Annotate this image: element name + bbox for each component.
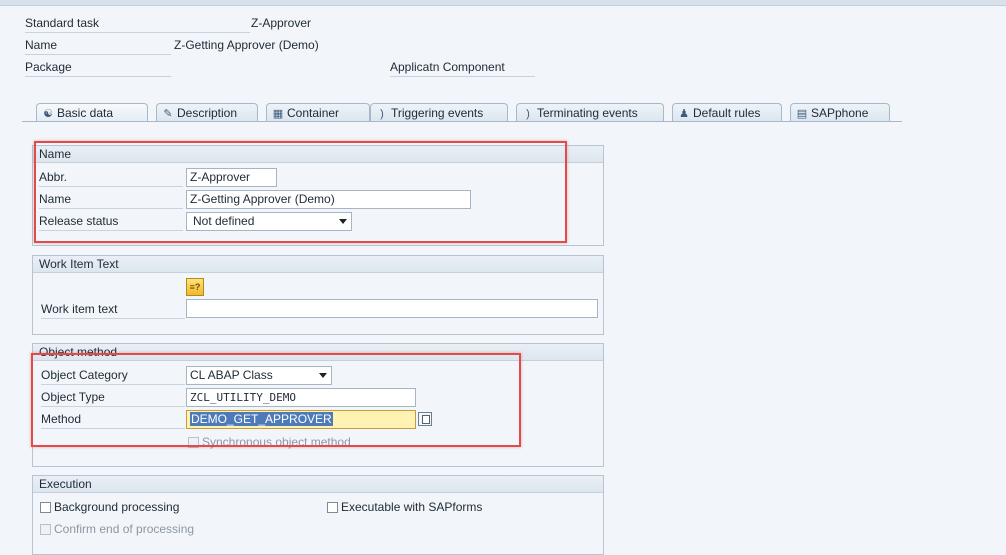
package-label: Package <box>25 59 171 77</box>
sapforms-label: Executable with SAPforms <box>341 500 483 514</box>
background-processing-checkbox[interactable] <box>40 502 51 513</box>
basic-data-panel: Name Abbr. Z-Approver Name Z-Getting App… <box>22 122 1006 555</box>
name-value: Z-Getting Approver (Demo) <box>174 38 319 52</box>
work-item-group-title: Work Item Text <box>33 256 603 273</box>
tab-basic-data[interactable]: ☯ Basic data <box>36 103 148 121</box>
synchronous-label: Synchronous object method <box>202 435 351 449</box>
method-label: Method <box>41 411 185 429</box>
text-editor-icon[interactable]: ≡? <box>186 278 204 296</box>
object-category-dropdown[interactable]: CL ABAP Class <box>186 366 332 385</box>
confirm-end-checkbox[interactable] <box>40 524 51 535</box>
object-category-label: Object Category <box>41 367 185 385</box>
confirm-end-label: Confirm end of processing <box>54 522 195 536</box>
tab-default-rules[interactable]: ♟ Default rules <box>672 103 782 121</box>
top-toolbar-edge <box>0 0 1006 6</box>
tab-description[interactable]: ✎ Description <box>156 103 258 121</box>
release-status-label: Release status <box>39 213 183 231</box>
object-type-field[interactable]: ZCL_UTILITY_DEMO <box>186 388 416 407</box>
work-item-text-group: Work Item Text ≡? Work item text <box>32 255 604 335</box>
synchronous-checkbox[interactable] <box>188 437 199 448</box>
sapforms-checkbox[interactable] <box>327 502 338 513</box>
abbr-field[interactable]: Z-Approver <box>186 168 277 187</box>
standard-task-value: Z-Approver <box>251 16 312 30</box>
method-selected-text: DEMO_GET_APPROVER <box>190 412 333 426</box>
execution-group-title: Execution <box>33 476 603 493</box>
chevron-down-icon <box>339 219 347 224</box>
background-processing-label: Background processing <box>54 500 180 514</box>
object-method-group: Object method Object Category CL ABAP Cl… <box>32 343 604 467</box>
execution-group: Execution Background processing Executab… <box>32 475 604 555</box>
name-group-title: Name <box>33 146 603 163</box>
tab-triggering-events[interactable]: ) Triggering events <box>370 103 508 121</box>
method-field[interactable]: DEMO_GET_APPROVER <box>186 410 416 429</box>
release-status-dropdown[interactable]: Not defined <box>186 212 352 231</box>
application-component-label: Applicatn Component <box>390 59 535 77</box>
standard-task-label: Standard task <box>25 15 250 33</box>
task-name-field[interactable]: Z-Getting Approver (Demo) <box>186 190 471 209</box>
abbr-label: Abbr. <box>39 169 183 187</box>
object-method-group-title: Object method <box>33 344 603 361</box>
task-name-label: Name <box>39 191 183 209</box>
object-type-label: Object Type <box>41 389 185 407</box>
chevron-down-icon <box>319 373 327 378</box>
copy-icon[interactable] <box>418 412 432 426</box>
name-label: Name <box>25 37 171 55</box>
tab-sapphone[interactable]: ▤ SAPphone <box>790 103 890 121</box>
name-group: Name Abbr. Z-Approver Name Z-Getting App… <box>32 145 604 246</box>
tab-strip: ☯ Basic data ✎ Description ▦ Container ) Tri… <box>22 103 1002 122</box>
tab-terminating-events[interactable]: ) Terminating events <box>516 103 664 121</box>
work-item-text-field[interactable] <box>186 299 598 318</box>
work-item-text-label: Work item text <box>41 301 185 319</box>
tab-container[interactable]: ▦ Container <box>266 103 370 121</box>
